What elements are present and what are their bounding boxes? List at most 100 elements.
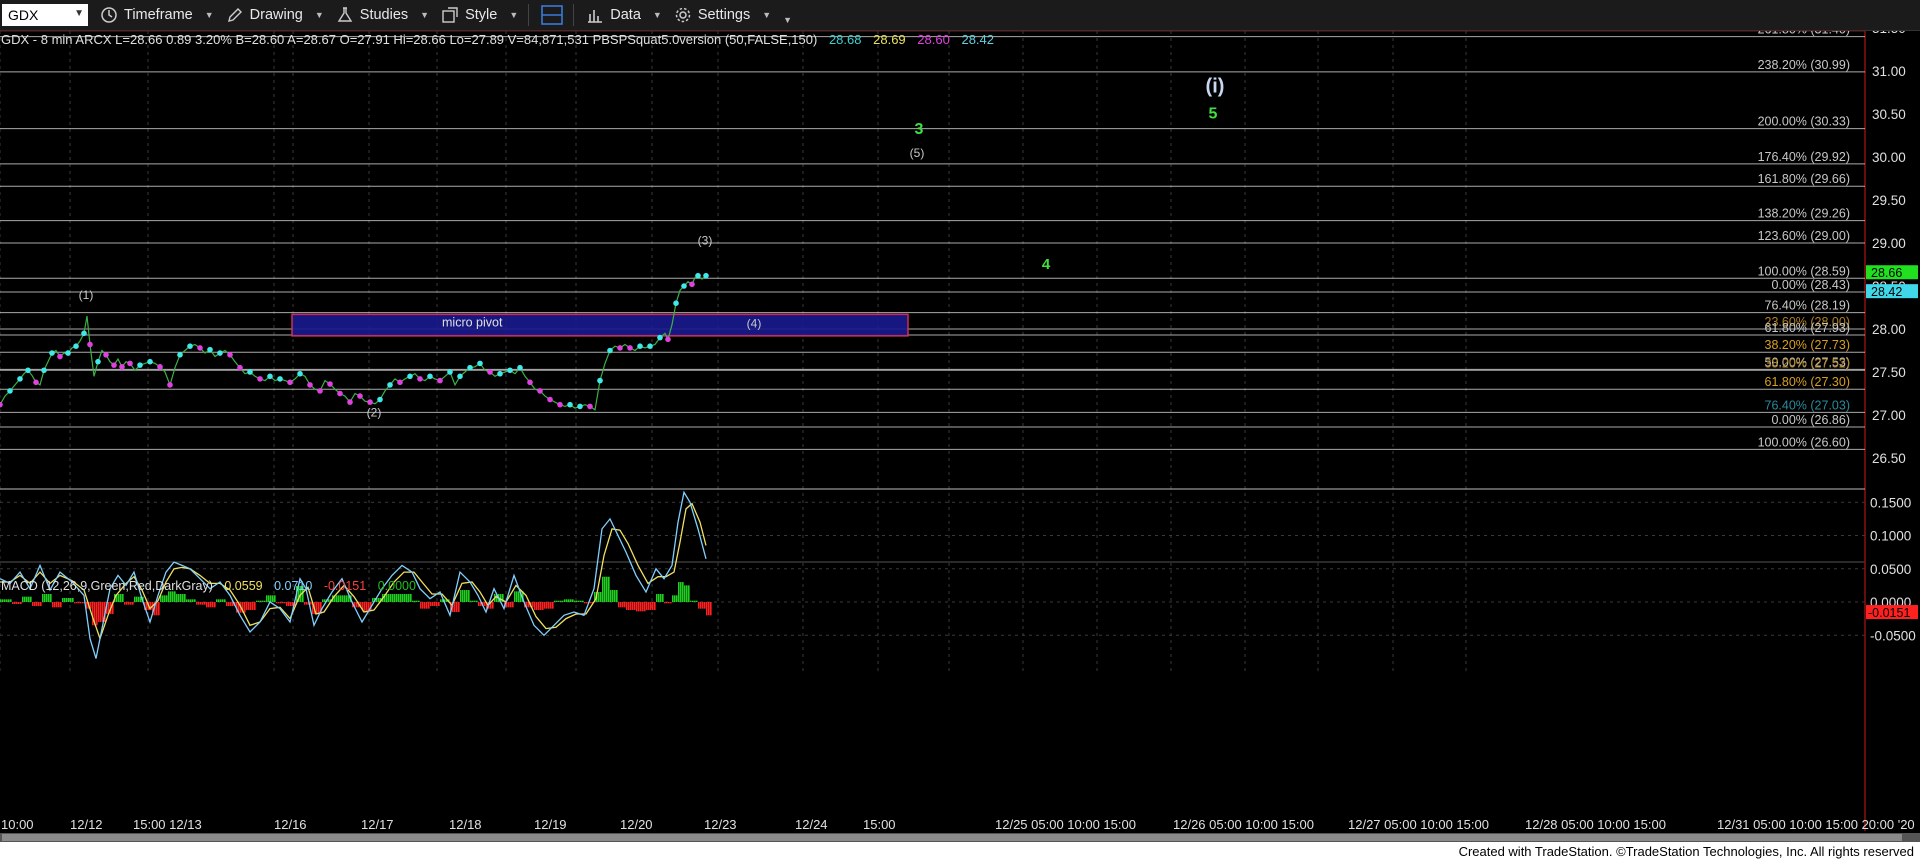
macd-histogram-bar xyxy=(126,602,128,605)
macd-histogram-bar xyxy=(208,602,210,608)
macd-histogram-bar xyxy=(474,600,476,602)
price-header-value-4: 28.42 xyxy=(961,32,994,47)
macd-histogram-bar xyxy=(50,594,52,602)
macd-histogram-bar xyxy=(700,602,702,609)
macd-histogram-bar xyxy=(226,602,228,606)
price-marker xyxy=(157,364,163,370)
macd-histogram-bar xyxy=(38,602,40,606)
macd-histogram-bar xyxy=(536,602,538,610)
style-caret-icon: ▼ xyxy=(509,10,519,20)
macd-histogram-bar xyxy=(28,596,30,602)
price-marker xyxy=(73,343,79,350)
macd-histogram-bar xyxy=(216,599,218,602)
macd-histogram-bar xyxy=(418,600,420,602)
price-marker xyxy=(689,281,695,288)
macd-histogram-bar xyxy=(392,594,394,602)
price-tick-label: 31.50 xyxy=(1872,31,1906,36)
chart-canvas[interactable]: 261.80% (31.40) 238.20% (30.99) 200.00% (3… xyxy=(0,31,1920,833)
macd-histogram-bar xyxy=(282,602,284,604)
macd-histogram-bar xyxy=(176,594,178,602)
macd-histogram-bar xyxy=(42,594,44,602)
macd-histogram-bar xyxy=(256,600,258,602)
macd-histogram-bar xyxy=(710,602,712,616)
price-marker xyxy=(467,364,473,371)
price-marker xyxy=(617,345,623,351)
scrollbar-thumb[interactable] xyxy=(2,834,1902,841)
macd-histogram-bar xyxy=(398,594,400,602)
macd-histogram-bar xyxy=(416,600,418,602)
macd-histogram-bar xyxy=(652,602,654,610)
studies-button[interactable]: Studies ▼ xyxy=(336,6,429,24)
macd-histogram-bar xyxy=(16,602,18,604)
macd-histogram-bar xyxy=(616,590,618,602)
macd-histogram-bar xyxy=(74,602,76,604)
wave-label: (1) xyxy=(79,288,94,302)
time-tick-label: 12/26 05:00 10:00 15:00 xyxy=(1173,817,1314,832)
price-marker xyxy=(137,362,143,368)
macd-histogram-bar xyxy=(388,594,390,602)
macd-histogram-bar xyxy=(206,602,208,608)
macd-histogram-bar xyxy=(658,594,660,602)
macd-last-tag-label: -0.0151 xyxy=(1868,606,1910,620)
price-marker xyxy=(57,353,63,360)
macd-histogram-bar xyxy=(124,602,126,605)
price-marker xyxy=(17,376,23,382)
wave-label: 4 xyxy=(1042,256,1051,273)
macd-histogram-bar xyxy=(422,602,424,609)
settings-button[interactable]: Settings ▼ xyxy=(674,6,771,24)
macd-histogram-bar xyxy=(680,582,682,602)
macd-histogram-bar xyxy=(708,602,710,616)
macd-header-text: MACD (12,26,9,Green,Red,DarkGray) xyxy=(1,579,213,593)
macd-histogram-bar xyxy=(286,602,288,606)
macd-histogram-bar xyxy=(636,602,638,612)
macd-histogram-bar xyxy=(584,602,586,604)
timeframe-button[interactable]: Timeframe ▼ xyxy=(100,6,214,24)
macd-histogram-bar xyxy=(340,595,342,602)
macd-histogram-bar xyxy=(688,585,690,602)
macd-histogram-bar xyxy=(60,602,62,608)
price-marker xyxy=(387,382,393,388)
time-tick-label: 15:00 12/13 xyxy=(133,817,202,832)
macd-histogram-bar xyxy=(366,602,368,612)
macd-histogram-bar xyxy=(640,602,642,612)
macd-histogram-bar xyxy=(166,595,168,602)
fib-label: 200.00% (30.33) xyxy=(1758,115,1850,129)
macd-histogram-bar xyxy=(690,600,692,602)
drawing-button[interactable]: Drawing ▼ xyxy=(226,6,324,24)
price-marker xyxy=(427,373,433,380)
symbol-dropdown-icon[interactable]: ▼ xyxy=(74,8,84,19)
macd-histogram-bar xyxy=(252,602,254,610)
price-marker xyxy=(227,352,233,358)
price-header-value-3: 28.60 xyxy=(917,32,950,47)
svg-text:MACD (12,26,9,Green,Red,DarkGr: MACD (12,26,9,Green,Red,DarkGray) 0.0559… xyxy=(1,579,416,593)
footer: Created with TradeStation. ©TradeStation… xyxy=(0,842,1920,862)
macd-histogram-bar xyxy=(408,594,410,602)
time-axis: 10:00 12/12 15:00 12/13 12/16 12/17 12/18 12/1… xyxy=(1,817,1915,832)
macd-histogram-bar xyxy=(284,602,286,604)
macd-histogram-bar xyxy=(514,591,516,602)
macd-histogram-bar xyxy=(14,602,16,604)
macd-histogram-bar xyxy=(580,600,582,602)
fib-levels: 261.80% (31.40) 238.20% (30.99) 200.00% (3… xyxy=(0,31,1865,450)
price-marker xyxy=(207,346,213,353)
price-marker xyxy=(0,401,3,408)
data-button[interactable]: Data ▼ xyxy=(586,6,662,24)
layout-button[interactable] xyxy=(541,5,564,25)
macd-histogram-bar xyxy=(316,602,318,614)
macd-histogram-bar xyxy=(254,602,256,610)
macd-header-value-4: 0.0000 xyxy=(378,579,416,593)
fib-label: 100.00% (28.59) xyxy=(1758,264,1850,278)
pivot-label: micro pivot xyxy=(442,315,503,329)
fib-label: 0.00% (28.43) xyxy=(1771,278,1850,292)
macd-histogram-bar xyxy=(122,594,124,602)
macd-histogram-bar xyxy=(260,600,262,602)
macd-histogram-bar xyxy=(250,602,252,610)
macd-histogram-bar xyxy=(306,602,308,605)
style-button[interactable]: Style ▼ xyxy=(441,6,518,24)
price-marker xyxy=(119,364,125,370)
macd-histogram-bar xyxy=(72,598,74,602)
macd-histogram-bar xyxy=(304,602,306,605)
more-menu-icon[interactable]: ▼ xyxy=(783,5,792,25)
horizontal-scrollbar[interactable] xyxy=(0,833,1920,842)
symbol-input[interactable]: GDX ▼ xyxy=(2,4,88,26)
